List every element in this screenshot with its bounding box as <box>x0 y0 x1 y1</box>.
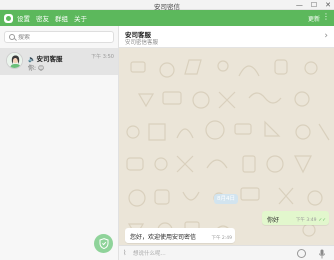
secure-action-button[interactable] <box>94 234 113 253</box>
menu-friends[interactable]: 密友 <box>36 13 49 23</box>
maximize-button[interactable]: ☐ <box>311 0 317 10</box>
menu-about[interactable]: 关于 <box>74 13 87 23</box>
title-bar: 安司密信 — ☐ ✕ <box>0 0 334 11</box>
conversation-header[interactable]: 安司客服 安司密信客服 › <box>119 26 334 48</box>
update-link[interactable]: 更新 <box>308 14 320 23</box>
message-time-label: 下午 3:49 <box>295 218 317 223</box>
message-time: 下午 3:49 ✓✓ <box>296 217 326 223</box>
outgoing-message[interactable]: 你好 下午 3:49 ✓✓ <box>262 211 329 225</box>
message-time: 下午 2:49 <box>211 236 232 241</box>
emoji-icon[interactable] <box>297 249 306 258</box>
chat-list-item[interactable]: 🔈安司客服 下午 3:50 你: 😊 <box>0 48 118 75</box>
message-input[interactable] <box>133 248 293 259</box>
chevron-right-icon[interactable]: › <box>324 32 328 41</box>
speaker-icon: 🔈 <box>28 56 36 63</box>
message-text: 您好，欢迎使用安司密信 <box>130 234 197 241</box>
chat-name: 🔈安司客服 <box>28 53 62 63</box>
chat-name-label: 安司客服 <box>36 55 63 63</box>
more-icon[interactable]: ⋮ <box>322 13 330 21</box>
chat-list-panel: 🔈安司客服 下午 3:50 你: 😊 <box>0 26 119 260</box>
conversation-panel: 安司客服 安司密信客服 › 8月4日 你好 下午 3:49 ✓✓ 您好，欢迎使用… <box>119 26 334 260</box>
menu-settings[interactable]: 设置 <box>17 13 30 23</box>
read-receipt-icon: ✓✓ <box>318 218 326 223</box>
app-logo-icon <box>4 13 13 23</box>
microphone-icon[interactable] <box>319 249 325 260</box>
search-box[interactable] <box>4 31 114 43</box>
conversation-subtitle: 安司密信客服 <box>125 40 159 46</box>
shield-icon <box>99 238 108 249</box>
chat-preview: 你: 😊 <box>28 65 45 72</box>
chat-time: 下午 3:50 <box>91 54 114 60</box>
close-button[interactable]: ✕ <box>325 0 331 10</box>
window-controls: — ☐ ✕ <box>296 0 331 10</box>
menu-groups[interactable]: 群组 <box>55 13 68 23</box>
avatar <box>6 52 23 69</box>
menu-bar: 设置 密友 群组 关于 更新 ⋮ <box>0 10 334 26</box>
attach-icon[interactable]: ⌇ <box>123 249 126 257</box>
search-icon <box>9 34 15 40</box>
message-composer: ⌇ <box>119 245 334 260</box>
date-separator: 8月4日 <box>214 194 238 204</box>
minimize-button[interactable]: — <box>296 0 303 10</box>
message-text: 你好 <box>267 217 280 224</box>
search-input[interactable] <box>18 33 108 41</box>
incoming-message[interactable]: 您好，欢迎使用安司密信 下午 2:49 <box>125 228 235 243</box>
